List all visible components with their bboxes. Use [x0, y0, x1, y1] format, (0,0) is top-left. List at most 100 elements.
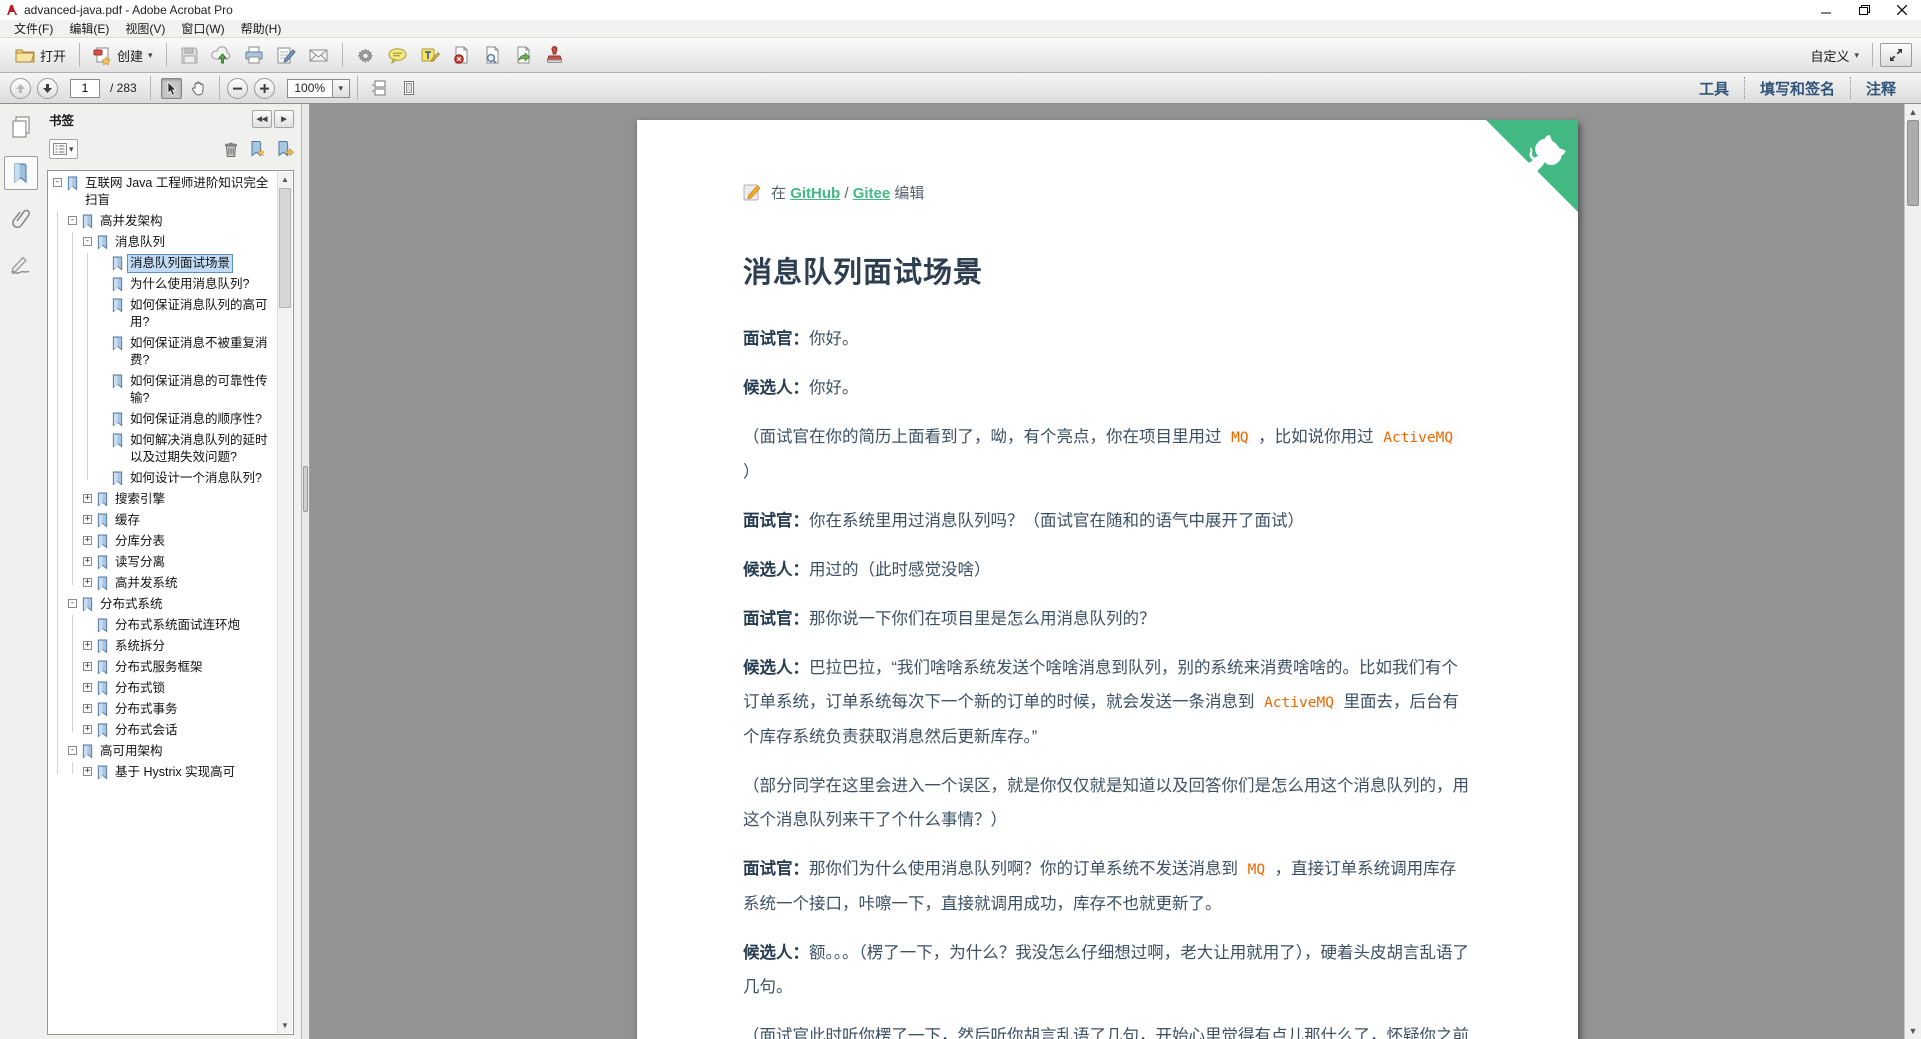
bookmark-label[interactable]: 高可用架构: [98, 743, 165, 760]
bookmark-item[interactable]: - 分布式系统: [50, 594, 276, 615]
menu-view[interactable]: 视图(V): [117, 19, 173, 38]
bookmark-label[interactable]: 分库分表: [113, 533, 167, 550]
bookmark-item[interactable]: 分布式系统面试连环炮: [50, 615, 276, 636]
scrollbar-thumb[interactable]: [1907, 120, 1919, 206]
expand-node-icon[interactable]: +: [83, 557, 92, 566]
page-number-input[interactable]: [70, 78, 100, 98]
bookmark-label[interactable]: 高并发系统: [113, 575, 180, 592]
bookmark-item[interactable]: 如何设计一个消息队列?: [50, 468, 276, 489]
github-link[interactable]: GitHub: [790, 185, 840, 202]
bookmark-label[interactable]: 读写分离: [113, 554, 167, 571]
bookmark-tree-scrollbar[interactable]: ▲ ▼: [277, 172, 292, 1033]
bookmark-item[interactable]: + 分库分表: [50, 531, 276, 552]
create-button[interactable]: 创建 ▾: [87, 43, 159, 68]
zoom-level-dropdown[interactable]: ▾: [332, 78, 350, 98]
bookmark-label[interactable]: 系统拆分: [113, 638, 167, 655]
bookmark-label[interactable]: 分布式锁: [113, 680, 167, 697]
bookmark-label[interactable]: 消息队列: [113, 234, 167, 251]
bookmark-label[interactable]: 高并发架构: [98, 213, 165, 230]
expand-node-icon[interactable]: +: [83, 641, 92, 650]
email-button[interactable]: [302, 43, 335, 68]
bookmark-item[interactable]: 如何保证消息不被重复消费?: [50, 333, 276, 371]
bookmark-label[interactable]: 缓存: [113, 512, 142, 529]
select-tool-button[interactable]: [160, 77, 182, 99]
zoom-out-button[interactable]: [226, 77, 248, 99]
menu-window[interactable]: 窗口(W): [173, 19, 232, 38]
bookmark-label[interactable]: 如何设计一个消息队列?: [128, 470, 264, 487]
collapse-node-icon[interactable]: -: [53, 178, 62, 187]
scroll-up-icon[interactable]: ▲: [278, 172, 292, 187]
bookmark-label[interactable]: 如何保证消息的顺序性?: [128, 411, 264, 428]
collapse-node-icon[interactable]: -: [68, 216, 77, 225]
splitter-grip[interactable]: [303, 466, 308, 512]
bookmark-item[interactable]: 如何保证消息的顺序性?: [50, 409, 276, 430]
menu-edit[interactable]: 编辑(E): [61, 19, 117, 38]
share-upload-button[interactable]: [205, 43, 238, 68]
expand-node-icon[interactable]: +: [83, 494, 92, 503]
bookmark-label[interactable]: 如何解决消息队列的延时以及过期失效问题?: [128, 432, 275, 466]
comment-button[interactable]: [381, 43, 414, 68]
bookmark-label[interactable]: 为什么使用消息队列?: [128, 276, 251, 293]
collapse-panel-button[interactable]: ◀◀: [252, 110, 272, 128]
bookmark-item[interactable]: + 读写分离: [50, 552, 276, 573]
bookmark-item[interactable]: + 搜索引擎: [50, 489, 276, 510]
bookmark-label[interactable]: 分布式系统面试连环炮: [113, 617, 242, 634]
bookmark-item[interactable]: + 缓存: [50, 510, 276, 531]
scroll-down-icon[interactable]: ▼: [278, 1018, 292, 1033]
bookmark-item[interactable]: + 分布式会话: [50, 720, 276, 741]
panel-flyout-button[interactable]: ▶: [274, 110, 294, 128]
bookmark-item[interactable]: + 高并发系统: [50, 573, 276, 594]
document-attach-button[interactable]: [477, 43, 508, 68]
bookmark-item[interactable]: - 消息队列: [50, 232, 276, 253]
document-export-button[interactable]: [508, 43, 539, 68]
bookmark-item[interactable]: + 分布式服务框架: [50, 657, 276, 678]
bookmark-item[interactable]: - 互联网 Java 工程师进阶知识完全扫盲: [50, 173, 276, 211]
settings-button[interactable]: [350, 43, 381, 68]
minimize-button[interactable]: [1807, 0, 1845, 20]
bookmark-item[interactable]: + 基于 Hystrix 实现高可: [50, 762, 276, 783]
fill-sign-button[interactable]: [270, 43, 302, 68]
gitee-link[interactable]: Gitee: [853, 185, 891, 202]
collapse-node-icon[interactable]: -: [83, 237, 92, 246]
bookmark-options-button[interactable]: ▾: [49, 139, 78, 159]
bookmarks-panel-button[interactable]: [4, 156, 38, 190]
next-page-button[interactable]: [37, 77, 58, 99]
scroll-up-icon[interactable]: ▲: [1905, 104, 1921, 120]
bookmark-label[interactable]: 分布式服务框架: [113, 659, 205, 676]
bookmark-label[interactable]: 基于 Hystrix 实现高可: [113, 764, 237, 781]
bookmark-label[interactable]: 搜索引擎: [113, 491, 167, 508]
reading-mode-button[interactable]: [1880, 43, 1912, 67]
bookmark-item[interactable]: + 分布式锁: [50, 678, 276, 699]
bookmark-label[interactable]: 如何保证消息队列的高可用?: [128, 297, 275, 331]
expand-node-icon[interactable]: +: [83, 704, 92, 713]
zoom-level-value[interactable]: 100%: [286, 78, 333, 98]
bookmark-label[interactable]: 分布式事务: [113, 701, 180, 718]
delete-bookmark-button[interactable]: [223, 141, 239, 158]
menu-help[interactable]: 帮助(H): [233, 19, 290, 38]
bookmark-label[interactable]: 分布式系统: [98, 596, 165, 613]
previous-page-button[interactable]: [10, 77, 31, 99]
tab-fill-sign[interactable]: 填写和签名: [1745, 78, 1850, 99]
export-bookmark-button[interactable]: [276, 140, 294, 158]
bookmark-item[interactable]: + 系统拆分: [50, 636, 276, 657]
tab-comment[interactable]: 注释: [1851, 78, 1911, 99]
bookmark-item[interactable]: 如何解决消息队列的延时以及过期失效问题?: [50, 430, 276, 468]
zoom-in-button[interactable]: [253, 77, 275, 99]
expand-node-icon[interactable]: +: [83, 515, 92, 524]
print-button[interactable]: [238, 43, 270, 68]
open-button[interactable]: 打开: [9, 43, 72, 68]
close-button[interactable]: [1883, 0, 1921, 20]
bookmark-item[interactable]: - 高并发架构: [50, 211, 276, 232]
bookmark-label[interactable]: 消息队列面试场景: [126, 254, 234, 273]
expand-node-icon[interactable]: +: [83, 683, 92, 692]
scrollbar-thumb[interactable]: [279, 188, 291, 308]
signatures-button[interactable]: [4, 248, 38, 282]
hand-tool-button[interactable]: [188, 78, 209, 98]
expand-node-icon[interactable]: +: [83, 536, 92, 545]
document-delete-button[interactable]: [446, 43, 477, 68]
attachments-button[interactable]: [4, 202, 38, 236]
customize-button[interactable]: 自定义 ▾: [1804, 43, 1865, 68]
collapse-node-icon[interactable]: -: [68, 599, 77, 608]
expand-node-icon[interactable]: +: [83, 662, 92, 671]
bookmark-item[interactable]: 如何保证消息的可靠性传输?: [50, 371, 276, 409]
